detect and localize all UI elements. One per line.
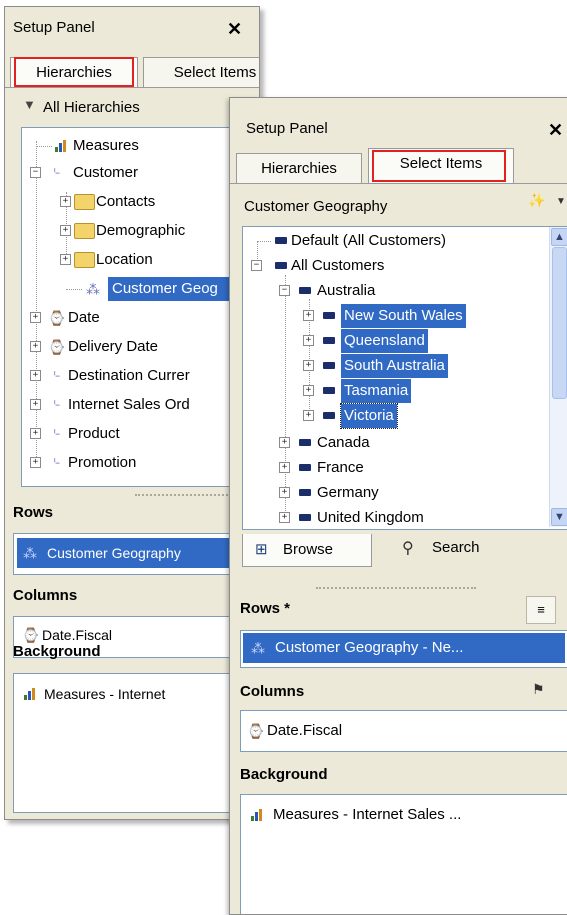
hierarchy-levels-icon: ⁂ (251, 640, 265, 656)
browse-icon: ⊞ (255, 541, 268, 558)
expand-toggle[interactable]: + (30, 341, 41, 352)
folder-icon (74, 252, 95, 268)
vertical-scrollbar[interactable]: ▲ ▼ (549, 227, 567, 527)
hierarchy-label: Customer Geography (244, 198, 388, 215)
member-icon (299, 287, 311, 294)
columns-header: Columns (240, 683, 305, 700)
tab-hierarchies[interactable]: Hierarchies (10, 57, 138, 88)
tab-select-items[interactable]: Select Items (143, 57, 259, 88)
expand-toggle[interactable]: + (279, 462, 290, 473)
collapse-toggle[interactable]: − (30, 167, 41, 178)
filter-label[interactable]: All Hierarchies (43, 99, 140, 116)
hierarchy-picker-icon[interactable]: ✨ (528, 192, 545, 209)
bar-chart-icon (55, 140, 69, 152)
member-icon (275, 262, 287, 269)
member-icon (299, 514, 311, 521)
time-dimension-icon: ⌚ (48, 339, 66, 355)
hierarchy-icon: ⌎ (49, 425, 61, 441)
expand-toggle[interactable]: + (279, 487, 290, 498)
member-icon (323, 362, 335, 369)
collapse-toggle[interactable]: − (279, 285, 290, 296)
member-icon (323, 312, 335, 319)
member-icon (299, 464, 311, 471)
setup-panel-select-items: Setup Panel ✕ Hierarchies Select Items C… (229, 97, 567, 915)
rows-header: Rows * (240, 600, 291, 617)
close-icon[interactable]: ✕ (227, 19, 242, 40)
scroll-thumb[interactable] (552, 247, 567, 399)
sort-icon[interactable]: ≡ (526, 596, 556, 624)
expand-toggle[interactable]: + (30, 312, 41, 323)
scroll-down-icon[interactable]: ▼ (551, 508, 567, 526)
expand-toggle[interactable]: + (30, 428, 41, 439)
member-icon (323, 337, 335, 344)
background-drop-area[interactable]: Measures - Internet (13, 673, 259, 813)
columns-header: Columns (13, 587, 78, 604)
member-icon (323, 387, 335, 394)
bar-chart-icon (251, 809, 265, 821)
rows-drop-area[interactable]: ⁂ Customer Geography - Ne... (240, 630, 567, 668)
member-icon (275, 237, 287, 244)
tree-line (36, 141, 37, 467)
expand-toggle[interactable]: + (60, 254, 71, 265)
expand-toggle[interactable]: + (303, 360, 314, 371)
time-dimension-icon: ⌚ (247, 723, 265, 739)
filter-icon[interactable]: ▼ (23, 97, 36, 112)
expand-toggle[interactable]: + (279, 512, 290, 523)
background-header: Background (240, 766, 328, 783)
hierarchy-icon: ⌎ (49, 164, 61, 180)
background-header: Background (13, 643, 101, 660)
tab-divider (230, 183, 567, 184)
hierarchy-levels-icon: ⁂ (23, 545, 37, 561)
time-dimension-icon: ⌚ (48, 310, 66, 326)
chevron-down-icon[interactable]: ▼ (556, 196, 566, 207)
scroll-up-icon[interactable]: ▲ (551, 228, 567, 246)
folder-icon (74, 223, 95, 239)
expand-toggle[interactable]: + (30, 370, 41, 381)
expand-toggle[interactable]: + (303, 410, 314, 421)
member-icon (299, 439, 311, 446)
setup-panel-hierarchies: Setup Panel ✕ Hierarchies Select Items ▼… (4, 6, 260, 820)
expand-toggle[interactable]: + (60, 196, 71, 207)
panel-title: Setup Panel (246, 120, 328, 137)
column-options-icon[interactable]: ⚑ (532, 681, 545, 698)
hierarchy-icon: ⌎ (49, 367, 61, 383)
tab-select-items[interactable]: Select Items (368, 148, 514, 184)
rows-item[interactable]: ⁂ Customer Geography (17, 538, 257, 568)
collapse-toggle[interactable]: − (251, 260, 262, 271)
expand-toggle[interactable]: + (279, 437, 290, 448)
rows-item[interactable]: ⁂ Customer Geography - Ne... (243, 633, 565, 663)
rows-drop-area[interactable]: ⁂ Customer Geography (13, 533, 259, 575)
folder-icon (74, 194, 95, 210)
tree-line (285, 275, 286, 523)
expand-toggle[interactable]: + (60, 225, 71, 236)
hierarchy-tree: Measures − ⌎ Customer + Contacts + Demog… (21, 127, 259, 487)
binoculars-icon: ⚲ (402, 540, 414, 557)
columns-drop-area[interactable]: ⌚ Date.Fiscal (240, 710, 567, 752)
hierarchy-icon: ⌎ (49, 396, 61, 412)
hierarchy-icon: ⌎ (49, 454, 61, 470)
search-tab[interactable]: ⚲ Search (378, 534, 512, 564)
expand-toggle[interactable]: + (303, 335, 314, 346)
member-icon (299, 489, 311, 496)
bar-chart-icon (24, 688, 38, 700)
panel-title: Setup Panel (13, 19, 95, 36)
expand-toggle[interactable]: + (303, 385, 314, 396)
tab-hierarchies[interactable]: Hierarchies (236, 153, 362, 184)
member-icon (323, 412, 335, 419)
expand-toggle[interactable]: + (30, 457, 41, 468)
hierarchy-levels-icon: ⁂ (86, 281, 100, 297)
expand-toggle[interactable]: + (303, 310, 314, 321)
member-tree: Default (All Customers) − All Customers … (242, 226, 567, 530)
rows-header: Rows (13, 504, 54, 521)
expand-toggle[interactable]: + (30, 399, 41, 410)
tab-divider (5, 87, 259, 88)
background-drop-area[interactable]: Measures - Internet Sales ... (240, 794, 567, 914)
close-icon[interactable]: ✕ (548, 120, 563, 141)
splitter-grip[interactable] (316, 587, 476, 589)
browse-tab[interactable]: ⊞ Browse (242, 534, 372, 567)
